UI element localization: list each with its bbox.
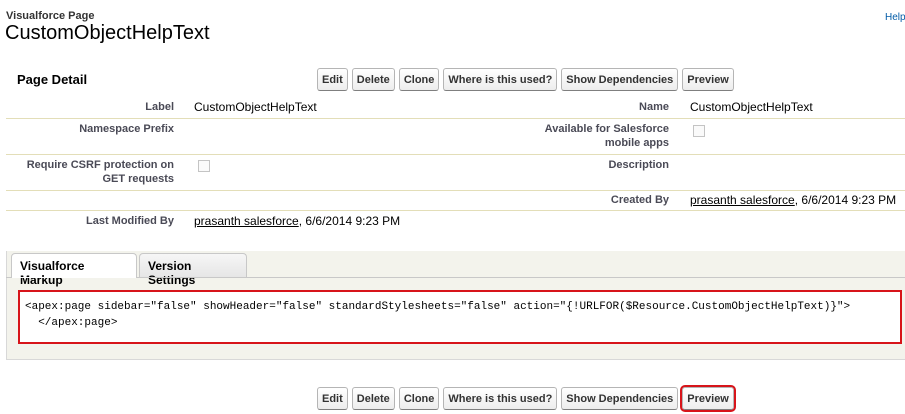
csrf-field-label-line2: GET requests — [102, 173, 174, 185]
created-by-value: prasanth salesforce, 6/6/2014 9:23 PM — [690, 193, 896, 207]
bottom-button-bar: Edit Delete Clone Where is this used? Sh… — [317, 385, 736, 412]
where-used-button[interactable]: Where is this used? — [443, 68, 558, 91]
created-by-date: , 6/6/2014 9:23 PM — [794, 193, 897, 207]
created-by-user-link[interactable]: prasanth salesforce — [690, 193, 795, 207]
created-by-label: Created By — [610, 194, 669, 206]
namespace-field-label: Namespace Prefix — [79, 123, 174, 135]
where-used-button-bottom[interactable]: Where is this used? — [443, 387, 558, 410]
label-field-label: Label — [145, 101, 174, 113]
last-modified-by-label: Last Modified By — [85, 215, 174, 227]
modified-by-user-link[interactable]: prasanth salesforce — [194, 214, 299, 228]
description-field-label: Description — [608, 159, 669, 171]
clone-button-bottom[interactable]: Clone — [398, 387, 440, 410]
tab-version-settings[interactable]: Version Settings — [139, 253, 247, 287]
edit-button[interactable]: Edit — [317, 68, 348, 91]
label-field-value: CustomObjectHelpText — [194, 100, 317, 114]
show-dependencies-button[interactable]: Show Dependencies — [561, 68, 679, 91]
mobile-apps-checkbox — [693, 125, 705, 137]
tab-visualforce-markup[interactable]: Visualforce Markup — [11, 253, 137, 287]
markup-code-block: <apex:page sidebar="false" showHeader="f… — [25, 299, 850, 331]
mobile-field-label-line2: mobile apps — [604, 137, 669, 149]
clone-button[interactable]: Clone — [398, 68, 440, 91]
name-field-value: CustomObjectHelpText — [690, 100, 813, 114]
last-modified-by-value: prasanth salesforce, 6/6/2014 9:23 PM — [194, 214, 400, 228]
delete-button[interactable]: Delete — [351, 68, 395, 91]
name-field-label: Name — [639, 101, 669, 113]
show-dependencies-button-bottom[interactable]: Show Dependencies — [561, 387, 679, 410]
markup-line-2: </apex:page> — [25, 317, 118, 329]
delete-button-bottom[interactable]: Delete — [351, 387, 395, 410]
csrf-checkbox — [198, 160, 210, 172]
page-detail-heading: Page Detail — [17, 72, 88, 87]
active-tab-joiner — [12, 277, 136, 278]
preview-button[interactable]: Preview — [682, 68, 734, 91]
preview-button-bottom[interactable]: Preview — [680, 385, 736, 412]
visualforce-markup-code: <apex:page sidebar="false" showHeader="f… — [18, 290, 902, 344]
page-title: CustomObjectHelpText — [5, 22, 210, 44]
tab-divider — [6, 277, 905, 278]
breadcrumb: Visualforce Page — [6, 10, 95, 22]
modified-by-date: , 6/6/2014 9:23 PM — [298, 214, 401, 228]
mobile-field-label-line1: Available for Salesforce — [544, 123, 669, 135]
help-link[interactable]: Help — [885, 12, 905, 23]
csrf-field-label-line1: Require CSRF protection on — [26, 159, 174, 171]
top-button-bar: Edit Delete Clone Where is this used? Sh… — [317, 68, 734, 91]
markup-line-1: <apex:page sidebar="false" showHeader="f… — [25, 301, 851, 313]
edit-button-bottom[interactable]: Edit — [317, 387, 348, 410]
